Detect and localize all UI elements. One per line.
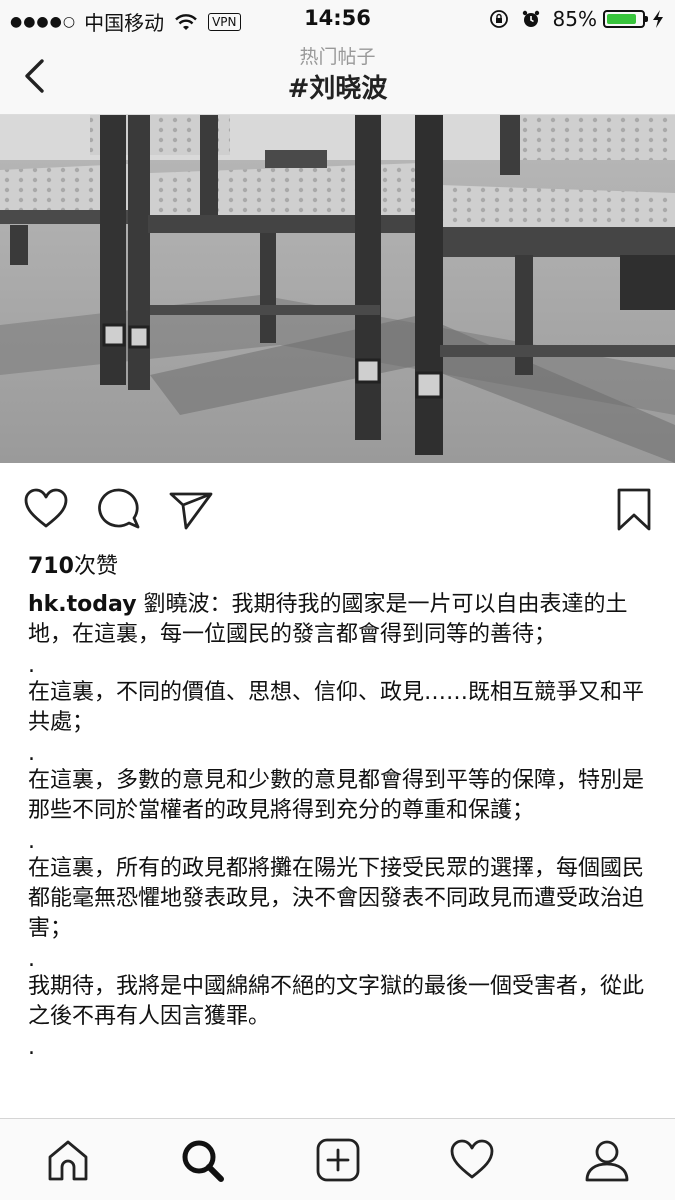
send-icon[interactable] [168, 486, 214, 532]
caption-separator: . [28, 947, 35, 972]
post-caption: hk.today 劉曉波：我期待我的國家是一片可以自由表達的土地，在這裏，每一位… [28, 590, 653, 1060]
caption-separator: . [28, 829, 35, 854]
caption-separator: . [28, 653, 35, 678]
navigation-bar: 热门帖子 #刘晓波 [0, 38, 675, 115]
likes-label: 次赞 [73, 554, 118, 579]
username-link[interactable]: hk.today [28, 592, 137, 617]
likes-count[interactable]: 710次赞 [28, 548, 118, 580]
caption-paragraph: 在這裏，不同的價值、思想、信仰、政見……既相互競爭又和平共處； [28, 680, 645, 735]
caption-separator: . [28, 741, 35, 766]
profile-icon[interactable] [584, 1137, 630, 1183]
caption-paragraph: 在這裏，多數的意見和少數的意見都會得到平等的保障，特別是那些不同於當權者的政見將… [28, 768, 645, 823]
likes-number: 710 [28, 554, 74, 579]
page-title: #刘晓波 [287, 74, 388, 104]
caption-paragraph: hk.today 劉曉波：我期待我的國家是一片可以自由表達的土地，在這裏，每一位… [28, 590, 653, 650]
caption-paragraph: 在這裏，所有的政見都將攤在陽光下接受民眾的選擇，每個國民都能毫無恐懼地發表政見，… [28, 856, 645, 941]
battery-level [607, 14, 636, 24]
battery-percentage: 85% [552, 7, 597, 31]
tab-bar [0, 1118, 675, 1200]
orientation-lock-icon [489, 10, 508, 28]
activity-icon[interactable] [449, 1137, 495, 1183]
post-image[interactable] [0, 115, 675, 463]
charging-icon [653, 10, 663, 28]
add-icon[interactable] [315, 1137, 361, 1183]
caption-paragraph: 我期待，我將是中國綿綿不絕的文字獄的最後一個受害者，從此之後不再有人因言獲罪。 [28, 974, 645, 1029]
caption-separator: . [28, 1035, 35, 1060]
nav-subtitle: 热门帖子 [299, 46, 376, 68]
post-actions [0, 478, 675, 538]
search-icon[interactable] [179, 1137, 225, 1183]
status-bar: ●●●●○ 中国移动 VPN 14:56 85% [0, 0, 675, 38]
heart-icon[interactable] [23, 486, 69, 532]
home-icon[interactable] [45, 1137, 91, 1183]
comment-icon[interactable] [96, 486, 142, 532]
battery-icon [603, 10, 648, 28]
alarm-icon [522, 10, 539, 27]
bookmark-icon[interactable] [611, 486, 657, 532]
